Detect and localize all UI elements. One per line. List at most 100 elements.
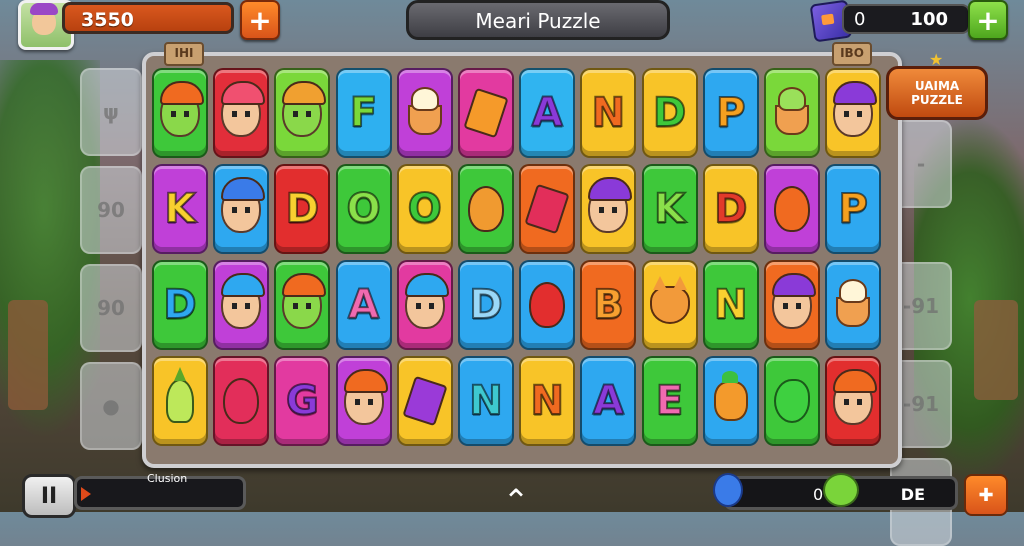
- add-gems-button[interactable]: +: [968, 0, 1008, 40]
- fruit-icon: [774, 379, 810, 423]
- letter-tile[interactable]: A: [580, 356, 637, 446]
- letter-tile[interactable]: B: [580, 260, 637, 350]
- expand-up-button[interactable]: ⌃: [496, 485, 536, 517]
- character-face-icon: [221, 177, 266, 233]
- letter-tile[interactable]: N: [580, 68, 637, 158]
- ice-cream-cup-icon: [407, 87, 442, 135]
- face-tile[interactable]: [396, 260, 453, 350]
- mascot-tile[interactable]: [702, 356, 759, 446]
- egg-icon: [529, 282, 566, 328]
- ghost-tile: ψ: [80, 68, 142, 156]
- progress-label: Clusion: [147, 472, 188, 485]
- face-tile[interactable]: [825, 68, 882, 158]
- tile-letter: O: [346, 185, 382, 233]
- letter-tile[interactable]: P: [825, 164, 882, 254]
- face-tile[interactable]: [335, 356, 392, 446]
- letter-tile[interactable]: E: [641, 356, 698, 446]
- face-tile[interactable]: [274, 260, 331, 350]
- gem-current: 0: [854, 9, 866, 30]
- background-pillar-left: [8, 300, 48, 410]
- pause-button[interactable]: II: [22, 474, 76, 518]
- star-icon: ★: [929, 50, 944, 69]
- egg-tile[interactable]: [458, 164, 514, 254]
- face-tile[interactable]: [213, 164, 270, 254]
- tile-letter: N: [529, 377, 565, 425]
- ice-cream-cup-icon: [836, 279, 871, 327]
- letter-tile[interactable]: D: [641, 68, 698, 158]
- game-title: Meari Puzzle: [406, 0, 670, 40]
- puzzle-badge-button[interactable]: ★ UAIMA PUZZLE: [886, 52, 988, 120]
- progress-arrow-icon: [81, 487, 91, 501]
- character-face-icon: [221, 273, 266, 329]
- letter-tile[interactable]: D: [274, 164, 331, 254]
- tile-letter: N: [468, 377, 504, 425]
- cup-tile[interactable]: [764, 68, 820, 158]
- face-tile[interactable]: [274, 68, 331, 158]
- face-tile[interactable]: [764, 260, 820, 350]
- diamond-tile[interactable]: [519, 164, 576, 254]
- letter-tile[interactable]: A: [519, 68, 576, 158]
- letter-tile[interactable]: O: [396, 164, 453, 254]
- letter-tile[interactable]: K: [641, 164, 698, 254]
- letter-tile[interactable]: N: [458, 356, 514, 446]
- tile-letter: D: [713, 185, 748, 233]
- letter-tile[interactable]: A: [335, 260, 392, 350]
- bottom-counter: 0 DE: [713, 473, 958, 510]
- face-tile[interactable]: [825, 356, 882, 446]
- letter-tile[interactable]: F: [335, 68, 392, 158]
- egg-icon: [223, 378, 260, 424]
- board-tab-left: IHI: [164, 42, 204, 66]
- cat-tile[interactable]: [641, 260, 698, 350]
- tile-letter: D: [162, 281, 197, 329]
- face-tile[interactable]: [580, 164, 637, 254]
- cup-tile[interactable]: [825, 260, 882, 350]
- tile-letter: N: [713, 281, 749, 329]
- fruit-icon: [823, 473, 859, 507]
- fruit-tile[interactable]: [764, 356, 820, 446]
- tile-letter: K: [653, 185, 686, 233]
- face-tile[interactable]: [213, 68, 270, 158]
- letter-tile[interactable]: N: [519, 356, 576, 446]
- letter-tile[interactable]: P: [702, 68, 759, 158]
- face-tile[interactable]: [152, 68, 208, 158]
- puzzle-piece-button[interactable]: ✚: [964, 474, 1008, 516]
- add-coins-button[interactable]: +: [240, 0, 280, 40]
- diamond-tile[interactable]: [396, 356, 453, 446]
- letter-tile[interactable]: D: [458, 260, 514, 350]
- character-face-icon: [343, 369, 388, 425]
- letter-tile[interactable]: O: [335, 164, 392, 254]
- ghost-tile: ●: [80, 362, 142, 450]
- cup-tile[interactable]: [396, 68, 453, 158]
- tile-letter: P: [838, 185, 869, 233]
- score-display: 3550: [62, 2, 234, 34]
- fox-icon: [649, 276, 690, 324]
- character-face-icon: [282, 81, 327, 137]
- character-face-icon: [772, 273, 816, 329]
- egg-tile[interactable]: [213, 356, 270, 446]
- tile-letter: N: [591, 89, 627, 137]
- background-pillar-right: [974, 300, 1018, 400]
- letter-tile[interactable]: K: [152, 164, 208, 254]
- gnome-tile[interactable]: [152, 356, 208, 446]
- ghost-tile: 90: [80, 166, 142, 254]
- face-tile[interactable]: [213, 260, 270, 350]
- puzzle-piece-icon: ✚: [978, 484, 994, 506]
- egg-tile[interactable]: [519, 260, 576, 350]
- letter-tile[interactable]: D: [702, 164, 759, 254]
- badge-line-1: UAIMA: [914, 79, 960, 93]
- gem-icon: [463, 87, 509, 139]
- tile-letter: A: [531, 89, 564, 137]
- diamond-tile[interactable]: [458, 68, 514, 158]
- egg-tile[interactable]: [764, 164, 820, 254]
- letter-tile[interactable]: D: [152, 260, 208, 350]
- bottom-left-value: 0: [813, 485, 824, 504]
- letter-tile[interactable]: N: [702, 260, 759, 350]
- tile-letter: P: [715, 89, 746, 137]
- gem-counter: 0 100: [842, 4, 970, 34]
- board-tab-right: IBO: [832, 42, 872, 66]
- ice-cream-cup-icon: [775, 87, 809, 135]
- gem-total: 100: [910, 9, 948, 30]
- character-face-icon: [588, 177, 633, 233]
- letter-tile[interactable]: G: [274, 356, 331, 446]
- tile-letter: D: [468, 281, 503, 329]
